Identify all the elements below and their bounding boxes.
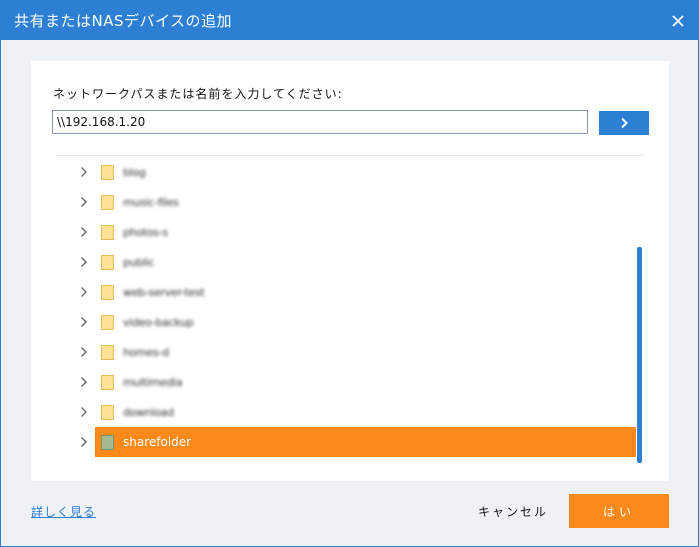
tree-item-label: download (123, 405, 174, 419)
tree-row[interactable]: music-files (81, 187, 636, 217)
chevron-right-icon[interactable] (79, 187, 89, 217)
tree-item-label: music-files (123, 195, 179, 209)
folder-icon (101, 344, 114, 360)
chevron-right-icon[interactable] (79, 217, 89, 247)
tree-item-label: homes-d (123, 345, 169, 359)
folder-icon (101, 284, 114, 300)
content-panel: ネットワークパスまたは名前を入力してください: blog music-files p… (31, 61, 669, 481)
folder-icon (101, 194, 114, 210)
go-button[interactable] (599, 111, 649, 135)
tree-item-label: sharefolder (123, 435, 192, 449)
chevron-right-icon[interactable] (79, 427, 89, 457)
folder-icon (101, 224, 114, 240)
folder-icon (101, 404, 114, 420)
nas-dialog: 共有またはNASデバイスの追加 ネットワークパスまたは名前を入力してください: … (0, 0, 699, 547)
tree-row[interactable]: homes-d (81, 337, 636, 367)
folder-icon (101, 164, 114, 180)
tree-row[interactable]: video-backup (81, 307, 636, 337)
tree-row[interactable]: public (81, 247, 636, 277)
ok-button[interactable]: はい (569, 494, 669, 528)
chevron-right-icon[interactable] (79, 397, 89, 427)
tree-row[interactable]: blog (81, 157, 636, 187)
tree-item-label: web-server-test (123, 285, 205, 299)
chevron-right-icon[interactable] (79, 337, 89, 367)
tree-row[interactable]: web-server-test (81, 277, 636, 307)
folder-icon (101, 314, 114, 330)
tree-item-label: blog (123, 165, 146, 179)
cancel-button[interactable]: キャンセル (471, 496, 555, 526)
tree-item-label: photos-s (123, 225, 168, 239)
chevron-right-icon[interactable] (79, 367, 89, 397)
title-bar: 共有またはNASデバイスの追加 (1, 1, 698, 40)
path-prompt: ネットワークパスまたは名前を入力してください: (53, 87, 343, 101)
network-path-input[interactable] (52, 110, 588, 134)
folder-icon (101, 254, 114, 270)
chevron-right-icon[interactable] (79, 307, 89, 337)
tree-row[interactable]: sharefolder (81, 427, 636, 457)
close-icon (672, 15, 684, 27)
dialog-title: 共有またはNASデバイスの追加 (14, 12, 233, 30)
learn-more-link[interactable]: 詳しく見る (31, 503, 96, 520)
tree-row[interactable]: multimedia (81, 367, 636, 397)
close-button[interactable] (666, 9, 690, 33)
divider (56, 155, 644, 156)
tree-item-label: multimedia (123, 375, 183, 389)
folder-tree: blog music-files photos-s public web-server-… (31, 157, 669, 467)
chevron-right-icon[interactable] (79, 157, 89, 187)
chevron-right-icon[interactable] (79, 277, 89, 307)
folder-icon (101, 434, 114, 450)
tree-row[interactable]: download (81, 397, 636, 427)
tree-scrollbar[interactable] (637, 247, 642, 463)
tree-item-label: public (123, 255, 155, 269)
tree-item-label: video-backup (123, 315, 194, 329)
tree-row[interactable]: photos-s (81, 217, 636, 247)
chevron-right-icon[interactable] (79, 247, 89, 277)
chevron-right-icon (621, 117, 628, 129)
folder-icon (101, 374, 114, 390)
